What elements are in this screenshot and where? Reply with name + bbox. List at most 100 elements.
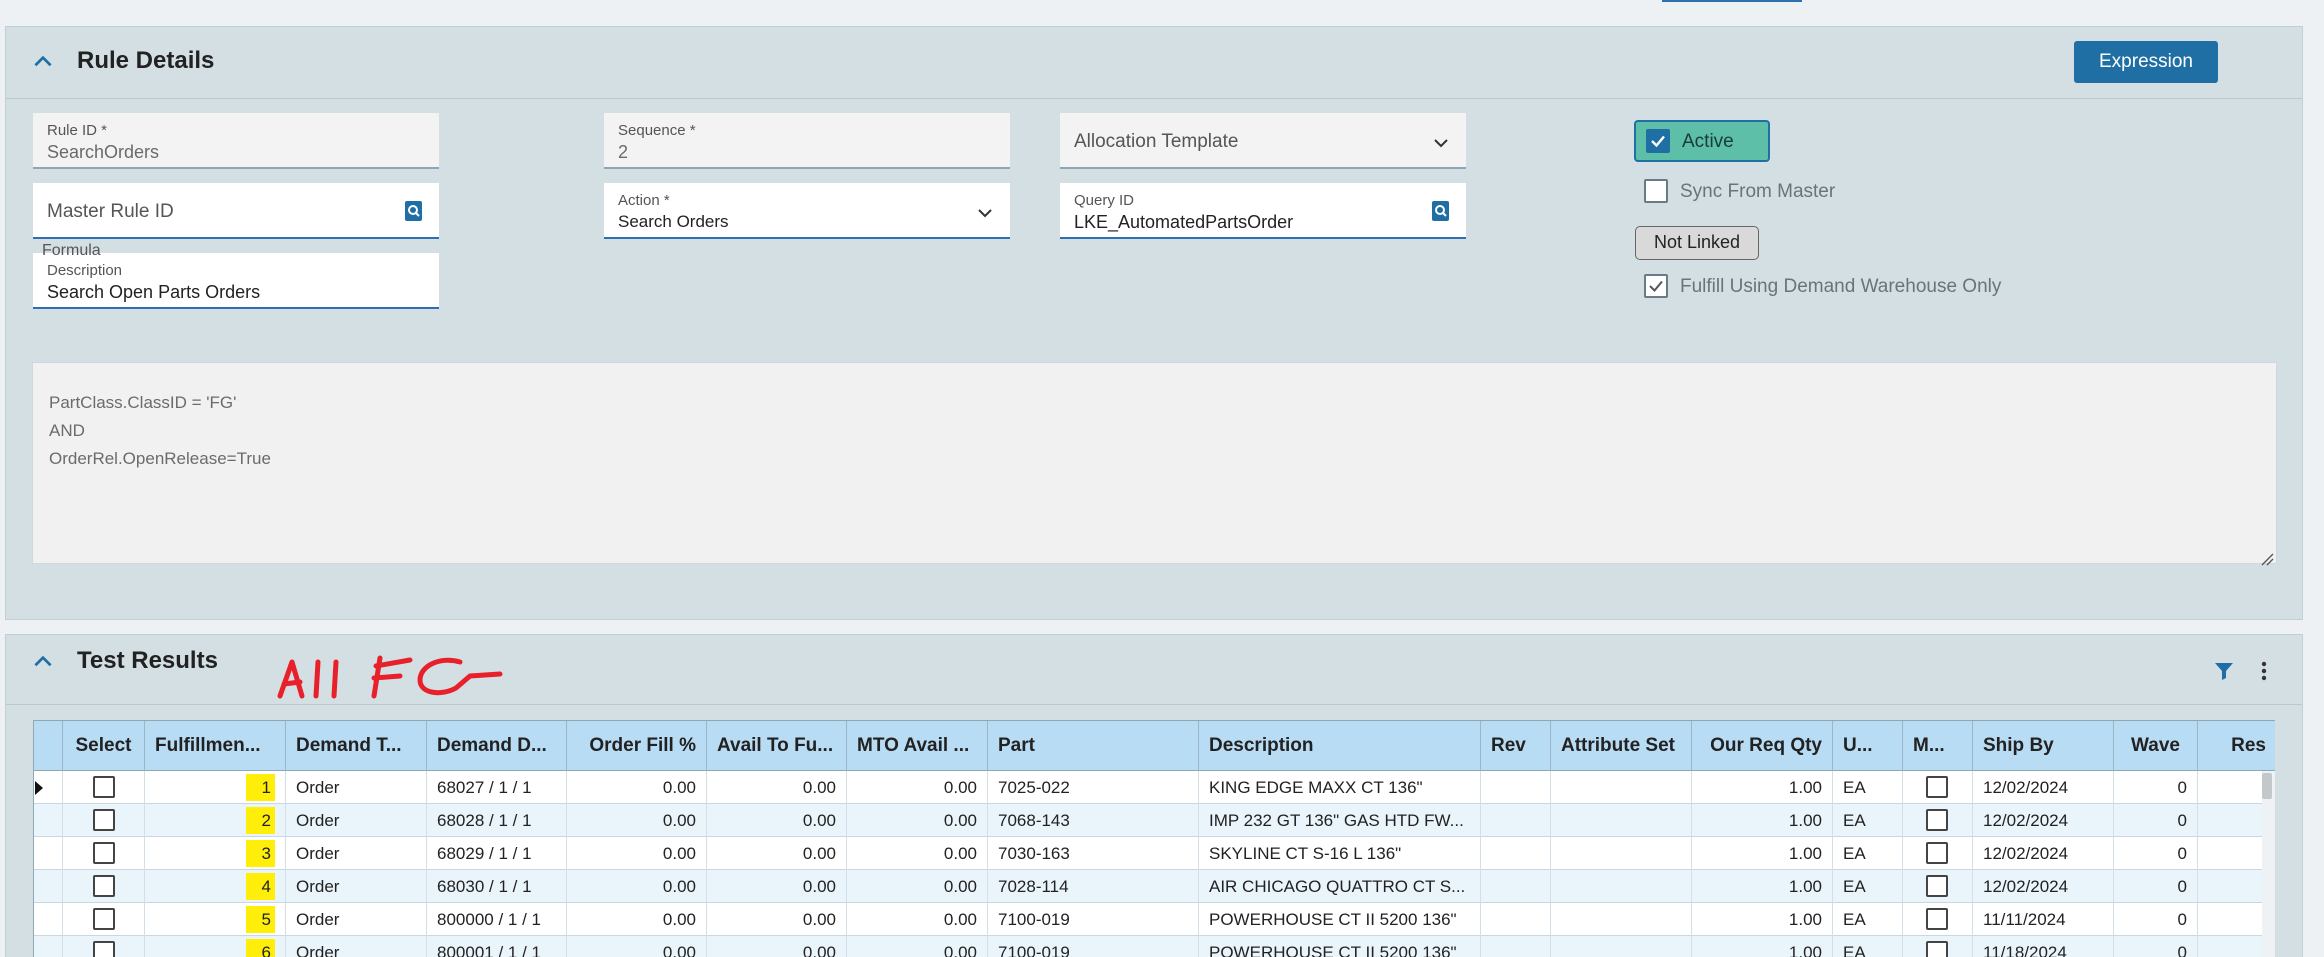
table-row[interactable]: 5 Order 800000 / 1 / 1 0.00 0.00 0.00 7100-019…: [34, 903, 2262, 936]
scrollbar-thumb[interactable]: [2262, 773, 2272, 799]
col-select[interactable]: Select: [63, 721, 145, 771]
cell-mto-avail: 0.00: [847, 870, 988, 903]
cell-demand-detail: 68028 / 1 / 1: [427, 804, 567, 837]
col-fulfillment[interactable]: Fulfillmen...: [145, 721, 286, 771]
table-row[interactable]: 6 Order 800001 / 1 / 1 0.00 0.00 0.00 7100-019…: [34, 936, 2262, 957]
row-m-checkbox[interactable]: [1926, 875, 1948, 897]
row-select-checkbox[interactable]: [93, 875, 115, 897]
cell-uom: EA: [1833, 837, 1903, 870]
search-lookup-icon[interactable]: [403, 200, 425, 222]
expression-button[interactable]: Expression: [2074, 41, 2218, 83]
col-mto-avail[interactable]: MTO Avail ...: [847, 721, 988, 771]
cell-part-text: 7100-019: [998, 943, 1070, 957]
col-demand-detail[interactable]: Demand D...: [427, 721, 567, 771]
row-select-checkbox[interactable]: [93, 776, 115, 798]
cell-part-text: 7025-022: [998, 778, 1070, 797]
col-order-fill[interactable]: Order Fill %: [567, 721, 707, 771]
cell-description: IMP 232 GT 136" GAS HTD FW...: [1199, 804, 1481, 837]
cell-avail-to-fulfill: 0.00: [707, 771, 847, 804]
filter-icon[interactable]: [2212, 659, 2236, 683]
row-indicator: [34, 837, 63, 870]
cell-mto-avail-text: 0.00: [943, 943, 977, 957]
cell-mto-avail-text: 0.00: [943, 844, 977, 863]
cell-demand-type: Order: [286, 870, 427, 903]
col-attribute-set[interactable]: Attribute Set: [1551, 721, 1692, 771]
action-value: Search Orders: [618, 212, 729, 231]
grid-scrollbar[interactable]: [2262, 771, 2275, 957]
cell-demand-type-text: Order: [296, 811, 340, 830]
cell-demand-type: Order: [286, 903, 427, 936]
active-check[interactable]: [1646, 129, 1670, 153]
cell-our-req-qty-text: 1.00: [1788, 910, 1822, 929]
row-m-checkbox[interactable]: [1926, 776, 1948, 798]
cell-fulfillment-text: 1: [245, 774, 275, 801]
cell-fulfillment: 3: [145, 837, 286, 870]
cell-fulfillment: 5: [145, 903, 286, 936]
col-description[interactable]: Description: [1199, 721, 1481, 771]
table-row[interactable]: 4 Order 68030 / 1 / 1 0.00 0.00 0.00 7028-114 A…: [34, 870, 2262, 903]
chevron-up-icon[interactable]: [30, 49, 56, 75]
table-row[interactable]: 1 Order 68027 / 1 / 1 0.00 0.00 0.00 7025-022 K…: [34, 771, 2262, 804]
col-ship-by[interactable]: Ship By: [1973, 721, 2114, 771]
cell-demand-detail-text: 800001 / 1 / 1: [437, 943, 541, 957]
more-options-icon[interactable]: [2252, 659, 2276, 683]
sync-from-master-checkbox[interactable]: [1644, 179, 1668, 203]
sequence-field[interactable]: Sequence * 2: [604, 113, 1010, 169]
action-select[interactable]: Action * Search Orders: [604, 183, 1010, 239]
row-select-checkbox[interactable]: [93, 908, 115, 930]
col-wave[interactable]: Wave: [2114, 721, 2198, 771]
search-lookup-icon[interactable]: [1430, 200, 1452, 222]
formula-textarea[interactable]: PartClass.ClassID = 'FG' AND OrderRel.Op…: [32, 362, 2277, 566]
cell-our-req-qty: 1.00: [1692, 837, 1833, 870]
cell-uom: EA: [1833, 903, 1903, 936]
cell-demand-detail: 800000 / 1 / 1: [427, 903, 567, 936]
col-avail-to-fulfill[interactable]: Avail To Fu...: [707, 721, 847, 771]
cell-our-req-qty-text: 1.00: [1788, 943, 1822, 957]
col-rev[interactable]: Rev: [1481, 721, 1551, 771]
col-our-req-qty[interactable]: Our Req Qty: [1692, 721, 1833, 771]
cell-fulfillment-text: 5: [245, 906, 275, 933]
col-m[interactable]: M...: [1903, 721, 1973, 771]
fulfill-demand-warehouse-checkbox[interactable]: [1644, 274, 1668, 298]
cell-res: [2198, 804, 2262, 837]
row-m-checkbox[interactable]: [1926, 941, 1948, 957]
cell-order-fill: 0.00: [567, 936, 707, 957]
cell-rev: [1481, 903, 1551, 936]
chevron-down-icon[interactable]: [978, 205, 992, 218]
col-part[interactable]: Part: [988, 721, 1199, 771]
table-row[interactable]: 2 Order 68028 / 1 / 1 0.00 0.00 0.00 7068-143 I…: [34, 804, 2262, 837]
cell-avail-to-fulfill: 0.00: [707, 936, 847, 957]
resize-grip-icon[interactable]: [2260, 547, 2274, 566]
sync-from-master-label: Sync From Master: [1680, 181, 1836, 202]
chevron-up-icon[interactable]: [30, 649, 56, 675]
rule-id-value: SearchOrders: [47, 142, 160, 162]
col-res[interactable]: Res: [2198, 721, 2275, 771]
cell-part: 7025-022: [988, 771, 1199, 804]
row-select-checkbox[interactable]: [93, 809, 115, 831]
cell-ship-by: 11/18/2024: [1973, 936, 2114, 957]
row-m-checkbox[interactable]: [1926, 908, 1948, 930]
col-demand-type[interactable]: Demand T...: [286, 721, 427, 771]
row-select-checkbox[interactable]: [93, 842, 115, 864]
cell-fulfillment: 4: [145, 870, 286, 903]
chevron-down-icon[interactable]: [1434, 135, 1448, 148]
cell-wave-text: 0: [2177, 778, 2187, 797]
cell-ship-by: 12/02/2024: [1973, 804, 2114, 837]
cell-demand-type: Order: [286, 771, 427, 804]
active-checkbox[interactable]: Active: [1634, 120, 1770, 162]
link-status-badge: Not Linked: [1635, 226, 1759, 260]
table-row[interactable]: 3 Order 68029 / 1 / 1 0.00 0.00 0.00 7030-163 S…: [34, 837, 2262, 870]
row-m-checkbox[interactable]: [1926, 842, 1948, 864]
active-label: Active: [1682, 131, 1734, 152]
master-rule-id-field[interactable]: Master Rule ID: [33, 183, 439, 239]
allocation-template-select[interactable]: Allocation Template: [1060, 113, 1466, 169]
description-field[interactable]: Description Search Open Parts Orders: [33, 253, 439, 309]
row-m-checkbox[interactable]: [1926, 809, 1948, 831]
cell-order-fill: 0.00: [567, 870, 707, 903]
cell-our-req-qty: 1.00: [1692, 804, 1833, 837]
query-id-field[interactable]: Query ID LKE_AutomatedPartsOrder: [1060, 183, 1466, 239]
row-select-checkbox[interactable]: [93, 941, 115, 957]
cell-demand-detail: 68030 / 1 / 1: [427, 870, 567, 903]
cell-mto-avail: 0.00: [847, 936, 988, 957]
col-uom[interactable]: U...: [1833, 721, 1903, 771]
